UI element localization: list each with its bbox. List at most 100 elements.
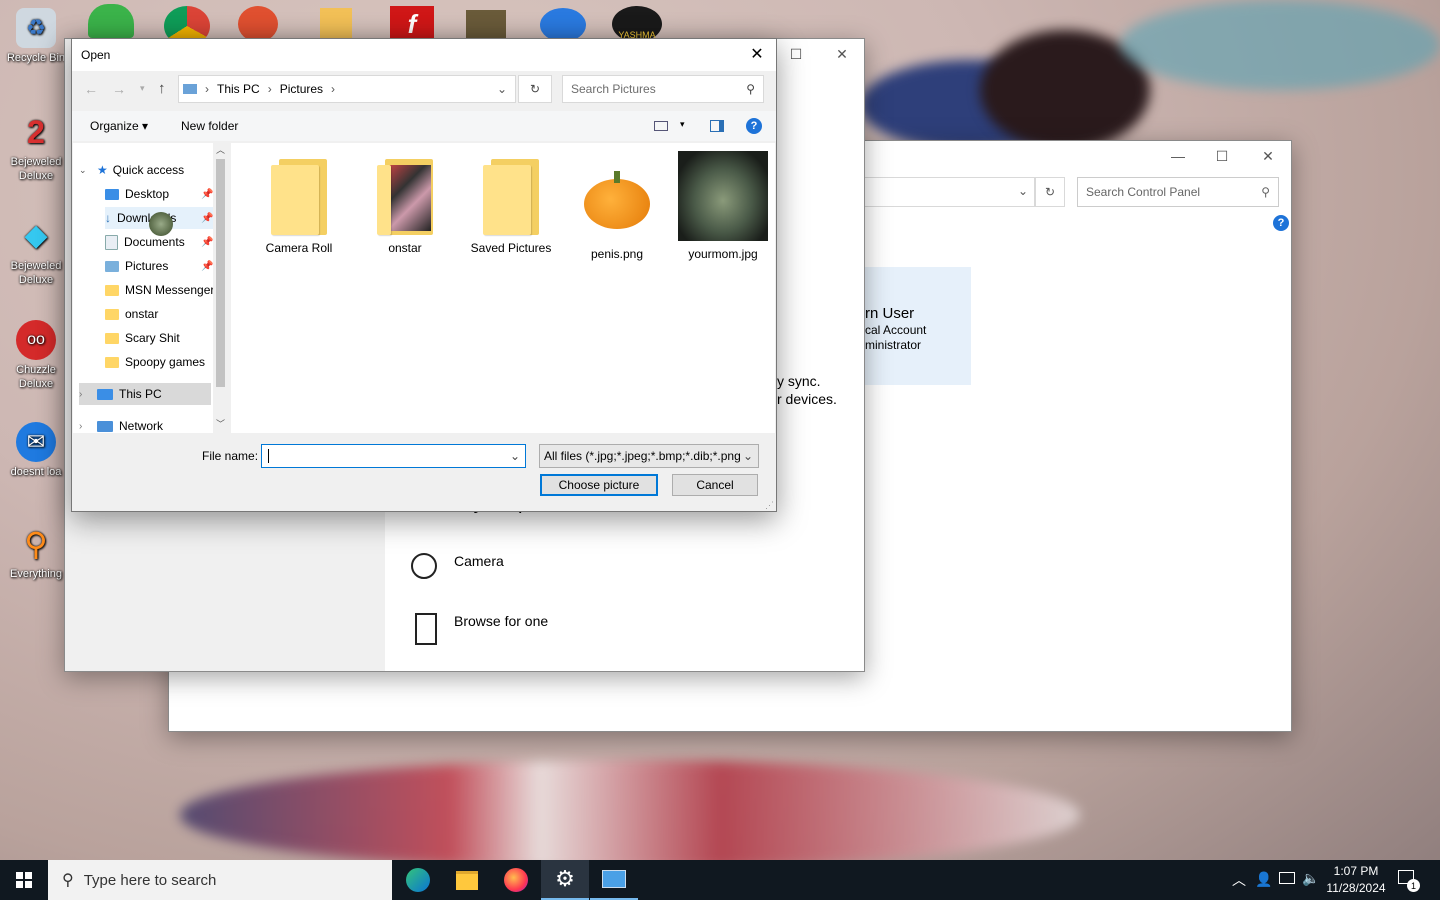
back-arrow-icon[interactable]: ←: [84, 81, 98, 97]
documents-icon: [105, 234, 118, 250]
pictures-icon: [105, 260, 119, 272]
refresh-button[interactable]: ↻: [518, 75, 552, 103]
cp-address-bar[interactable]: ⌄: [859, 177, 1035, 207]
pin-icon: 📌: [201, 212, 214, 224]
pin-icon: 📌: [201, 236, 214, 248]
file-tile-penis-png[interactable]: penis.png: [567, 151, 667, 261]
taskbar-settings[interactable]: ⚙: [541, 860, 589, 900]
choose-picture-button[interactable]: Choose picture: [540, 474, 658, 496]
forward-arrow-icon[interactable]: →: [112, 81, 126, 97]
cp-close-button[interactable]: ✕: [1245, 141, 1291, 171]
breadcrumb-this-pc[interactable]: This PC: [217, 82, 260, 96]
users-icon[interactable]: [88, 4, 134, 38]
cp-maximize-button[interactable]: ☐: [1199, 141, 1245, 171]
desktop-icon-doesnt-load[interactable]: ✉ doesnt loa: [4, 422, 68, 479]
chevron-down-icon[interactable]: ⌄: [510, 449, 520, 463]
scroll-thumb[interactable]: [216, 159, 225, 387]
browse-option[interactable]: Browse for one: [411, 611, 611, 651]
breadcrumb-separator-icon: ›: [205, 82, 209, 96]
scroll-down-icon[interactable]: ﹀: [216, 417, 225, 430]
taskbar-control-panel[interactable]: [590, 860, 638, 900]
pin-icon: 📌: [201, 188, 214, 200]
bejeweled-2-icon: 2: [27, 114, 45, 150]
nav-item-spoopy-games[interactable]: Spoopy games: [105, 351, 228, 373]
search-pictures-input[interactable]: Search Pictures ⚲: [562, 75, 764, 103]
desktop-icon-bejeweled-2[interactable]: 2 Bejeweled Deluxe: [4, 112, 68, 183]
clock-time: 1:07 PM: [1333, 864, 1379, 878]
flash-icon[interactable]: f: [390, 6, 434, 42]
settings-maximize-button[interactable]: ☐: [773, 39, 819, 69]
chevron-down-icon[interactable]: ⌄: [1018, 184, 1028, 198]
nav-item-onstar[interactable]: onstar: [105, 303, 228, 325]
dialog-titlebar[interactable]: Open ✕: [72, 39, 776, 71]
preview-pane-icon[interactable]: [710, 120, 724, 132]
file-tile-saved-pictures[interactable]: Saved Pictures: [461, 151, 561, 255]
new-folder-button[interactable]: New folder: [181, 119, 238, 133]
app-icon-red[interactable]: [238, 6, 278, 42]
nav-item-scary-shit[interactable]: Scary Shit: [105, 327, 228, 349]
navigation-pane[interactable]: ⌄ ★ Quick access Desktop 📌 ↓ Downloads 📌…: [73, 143, 228, 433]
desktop-icon-chuzzle[interactable]: oo Chuzzle Deluxe: [4, 320, 68, 391]
file-tile-camera-roll[interactable]: Camera Roll: [249, 151, 349, 255]
clock[interactable]: 1:07 PM 11/28/2024: [1322, 863, 1390, 897]
folder-icon: [105, 308, 119, 320]
address-dropdown-icon[interactable]: ⌄: [497, 82, 507, 96]
desktop-icon-bejeweled[interactable]: ◆ Bejeweled Deluxe: [4, 216, 68, 287]
cp-refresh-button[interactable]: ↻: [1035, 177, 1065, 207]
cp-minimize-button[interactable]: —: [1155, 141, 1201, 171]
camera-option[interactable]: Camera: [411, 551, 611, 591]
notification-badge: 1: [1407, 879, 1420, 892]
action-center-button[interactable]: 1: [1396, 868, 1420, 892]
taskbar-edge[interactable]: [394, 860, 442, 900]
yashma-icon[interactable]: YASHMA: [612, 6, 662, 42]
nav-item-desktop[interactable]: Desktop 📌: [105, 183, 228, 205]
dialog-close-button[interactable]: ✕: [740, 39, 774, 69]
thunderbird-icon: ✉: [16, 422, 56, 462]
nav-scrollbar[interactable]: ︿ ﹀: [213, 143, 228, 433]
taskbar-firefox[interactable]: [492, 860, 540, 900]
help-icon[interactable]: ?: [746, 118, 762, 134]
file-tile-yourmom-jpg[interactable]: yourmom.jpg: [673, 151, 773, 261]
view-dropdown-icon[interactable]: ▾: [680, 119, 685, 130]
view-options-icon[interactable]: [654, 121, 668, 131]
people-tray-icon[interactable]: 👤: [1255, 871, 1272, 888]
monitor-icon: [97, 388, 113, 400]
folder-icon: [271, 159, 327, 235]
nav-item-pictures[interactable]: Pictures 📌: [105, 255, 228, 277]
desktop-icon-everything[interactable]: ⚲ Everything: [4, 524, 68, 581]
cancel-button[interactable]: Cancel: [672, 474, 758, 496]
app-icon-bird[interactable]: [540, 8, 586, 42]
taskbar-search-box[interactable]: ⚲ Type here to search: [48, 860, 392, 900]
taskbar-file-explorer[interactable]: [443, 860, 491, 900]
start-button[interactable]: [0, 860, 48, 900]
resize-grip-icon[interactable]: ⋰: [765, 500, 774, 511]
open-dialog[interactable]: Open ✕ ← → ▾ ↑ › This PC › Pictures › ⌄ …: [71, 38, 777, 512]
file-name-input[interactable]: ⌄: [261, 444, 526, 468]
file-type-select[interactable]: All files (*.jpg;*.jpeg;*.bmp;*.dib;*.pn…: [539, 444, 759, 468]
cp-search-input[interactable]: Search Control Panel ⚲: [1077, 177, 1279, 207]
organize-button[interactable]: Organize ▾: [90, 119, 148, 133]
breadcrumb-pictures[interactable]: Pictures: [280, 82, 323, 96]
user-type: cal Account: [865, 323, 927, 337]
file-tile-onstar[interactable]: onstar: [355, 151, 455, 255]
volume-icon[interactable]: 🔈: [1302, 870, 1319, 887]
app-icon-doc[interactable]: [320, 8, 352, 42]
file-list-area[interactable]: Camera Roll onstar Saved Pictures penis.…: [231, 143, 775, 433]
network-tray-icon[interactable]: [1279, 872, 1295, 884]
nav-item-msn-messenger[interactable]: MSN Messenger: [105, 279, 228, 301]
pumpkin-thumbnail: [572, 151, 662, 241]
show-hidden-icons-icon[interactable]: ︿: [1232, 870, 1246, 890]
settings-close-button[interactable]: ✕: [819, 39, 865, 69]
nav-network[interactable]: › Network: [79, 415, 219, 433]
user-name: rn User: [865, 305, 915, 322]
dialog-toolbar: Organize ▾ New folder ▾ ?: [72, 111, 776, 141]
folder-icon: [483, 159, 539, 235]
address-bar[interactable]: › This PC › Pictures › ⌄: [178, 75, 516, 103]
nav-quick-access[interactable]: ⌄ ★ Quick access: [79, 159, 219, 181]
cp-help-icon[interactable]: ?: [1273, 215, 1289, 231]
nav-this-pc[interactable]: › This PC: [79, 383, 211, 405]
desktop-icon-recycle-bin[interactable]: ♻ Recycle Bin: [4, 8, 68, 65]
scroll-up-icon[interactable]: ︿: [216, 143, 225, 156]
up-arrow-icon[interactable]: ↑: [158, 80, 166, 97]
recent-chevron-icon[interactable]: ▾: [140, 83, 145, 94]
